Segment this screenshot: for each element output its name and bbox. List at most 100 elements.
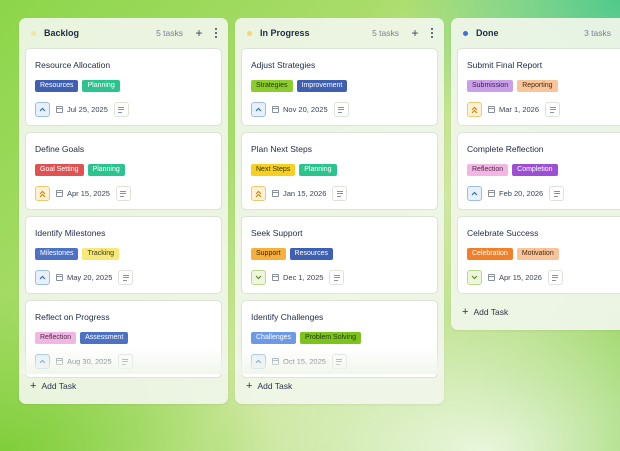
due-date[interactable]: Jul 25, 2025 <box>56 105 108 114</box>
task-title: Plan Next Steps <box>251 144 312 154</box>
add-card-plus-icon[interactable]: + <box>409 27 421 39</box>
due-date[interactable]: Jan 15, 2026 <box>272 189 326 198</box>
priority-medium-icon[interactable] <box>35 354 50 369</box>
tag-badge: Problem Solving <box>300 332 361 344</box>
notes-icon[interactable] <box>331 354 347 369</box>
due-date[interactable]: Oct 15, 2025 <box>272 357 326 366</box>
due-date-text: Nov 20, 2025 <box>283 105 328 114</box>
calendar-icon <box>488 274 495 281</box>
due-date[interactable]: Dec 1, 2025 <box>272 273 323 282</box>
due-date[interactable]: Mar 1, 2026 <box>488 105 539 114</box>
notes-icon[interactable] <box>547 270 563 285</box>
tag-badge: Milestones <box>35 248 79 260</box>
due-date[interactable]: Aug 30, 2025 <box>56 357 112 366</box>
tag-badge: Completion <box>512 164 558 176</box>
task-meta: Apr 15, 2025 <box>35 186 212 201</box>
column-header: In Progress 5 tasks + <box>235 18 444 48</box>
task-card[interactable]: Plan Next Steps Next Steps Planning Jan 15,… <box>241 132 438 210</box>
notes-icon[interactable] <box>113 102 129 117</box>
tag-badge: Support <box>251 248 286 260</box>
tag-badge: Planning <box>299 164 337 176</box>
priority-medium-icon[interactable] <box>251 354 266 369</box>
task-meta: May 20, 2025 <box>35 270 212 285</box>
task-title: Identify Milestones <box>35 228 106 238</box>
priority-medium-icon[interactable] <box>251 102 266 117</box>
task-meta: Jan 15, 2026 <box>251 186 428 201</box>
add-task-button[interactable]: + Add Task <box>246 381 292 392</box>
task-card[interactable]: Resource Allocation Resources Planning Jul … <box>25 48 222 126</box>
tag-badge: Motivation <box>516 248 559 260</box>
due-date-text: Jan 15, 2026 <box>283 189 327 198</box>
task-meta: Jul 25, 2025 <box>35 102 212 117</box>
task-title: Resource Allocation <box>35 60 111 70</box>
add-task-button[interactable]: + Add Task <box>30 381 77 392</box>
task-title: Identify Challenges <box>251 312 324 322</box>
column-in-progress: In Progress 5 tasks + Adjust Strategies S… <box>235 18 444 404</box>
notes-icon[interactable] <box>549 186 565 201</box>
column-header: Backlog 5 tasks + <box>19 18 228 48</box>
calendar-icon <box>272 106 279 113</box>
notes-icon[interactable] <box>117 354 133 369</box>
tag-list: Reflection Completion <box>467 164 620 176</box>
priority-high-icon[interactable] <box>251 186 266 201</box>
notes-icon[interactable] <box>329 270 345 285</box>
task-meta: Mar 1, 2026 <box>467 102 620 117</box>
tag-badge: Improvement <box>296 80 348 92</box>
column-status-dot <box>463 30 468 36</box>
task-card[interactable]: Adjust Strategies Strategies Improvement No… <box>241 48 438 126</box>
column-done: Done 3 tasks Submit Final Report Submissi… <box>451 18 620 330</box>
column-header: Done 3 tasks <box>451 18 620 48</box>
more-options-icon[interactable] <box>214 27 218 39</box>
notes-icon[interactable] <box>333 102 349 117</box>
notes-icon[interactable] <box>545 102 561 117</box>
task-card[interactable]: Reflect on Progress Reflection Assessment A… <box>25 300 222 378</box>
priority-medium-icon[interactable] <box>35 270 50 285</box>
add-task-button[interactable]: + Add Task <box>462 306 508 318</box>
due-date[interactable]: Nov 20, 2025 <box>272 105 328 114</box>
calendar-icon <box>488 190 495 197</box>
task-meta: Oct 15, 2025 <box>251 354 428 369</box>
column-backlog: Backlog 5 tasks + Resource Allocation Res… <box>19 18 228 404</box>
priority-high-icon[interactable] <box>35 186 50 201</box>
notes-icon[interactable] <box>118 270 134 285</box>
due-date[interactable]: Feb 20, 2026 <box>488 189 543 198</box>
priority-medium-icon[interactable] <box>467 186 482 201</box>
due-date-text: Mar 1, 2026 <box>499 105 540 114</box>
priority-low-icon[interactable] <box>467 270 482 285</box>
tag-list: Resources Planning <box>35 80 212 92</box>
tag-badge: Celebration <box>467 248 513 260</box>
add-task-label: Add Task <box>41 381 77 391</box>
due-date[interactable]: Apr 15, 2026 <box>488 273 542 282</box>
priority-medium-icon[interactable] <box>35 102 50 117</box>
due-date-text: Feb 20, 2026 <box>499 189 544 198</box>
task-card[interactable]: Celebrate Success Celebration Motivation Ap… <box>457 216 620 294</box>
due-date-text: May 20, 2025 <box>67 273 113 282</box>
priority-high-icon[interactable] <box>467 102 482 117</box>
priority-low-icon[interactable] <box>251 270 266 285</box>
card-list: Submit Final Report Submission Reporting Ma… <box>451 48 620 294</box>
due-date-text: Oct 15, 2025 <box>283 357 326 366</box>
column-title: In Progress <box>260 28 310 38</box>
task-title: Define Goals <box>35 144 85 154</box>
task-card[interactable]: Seek Support Support Resources Dec 1, 2025 <box>241 216 438 294</box>
tag-list: Challenges Problem Solving <box>251 332 428 344</box>
task-card[interactable]: Identify Milestones Milestones Tracking May… <box>25 216 222 294</box>
notes-icon[interactable] <box>115 186 131 201</box>
due-date[interactable]: May 20, 2025 <box>56 273 112 282</box>
due-date[interactable]: Apr 15, 2025 <box>56 189 110 198</box>
tag-list: Next Steps Planning <box>251 164 428 176</box>
tag-badge: Assessment <box>80 332 129 344</box>
column-title: Backlog <box>44 28 80 38</box>
due-date-text: Apr 15, 2026 <box>499 273 542 282</box>
notes-icon[interactable] <box>332 186 348 201</box>
task-card[interactable]: Complete Reflection Reflection Completion F… <box>457 132 620 210</box>
task-card[interactable]: Submit Final Report Submission Reporting Ma… <box>457 48 620 126</box>
plus-icon: + <box>462 306 469 318</box>
tag-badge: Reflection <box>467 164 509 176</box>
add-card-plus-icon[interactable]: + <box>193 27 205 39</box>
tag-badge: Goal Setting <box>35 164 84 176</box>
calendar-icon <box>488 106 495 113</box>
task-card[interactable]: Identify Challenges Challenges Problem Sol… <box>241 300 438 378</box>
task-card[interactable]: Define Goals Goal Setting Planning Apr 15, … <box>25 132 222 210</box>
more-options-icon[interactable] <box>430 27 434 39</box>
